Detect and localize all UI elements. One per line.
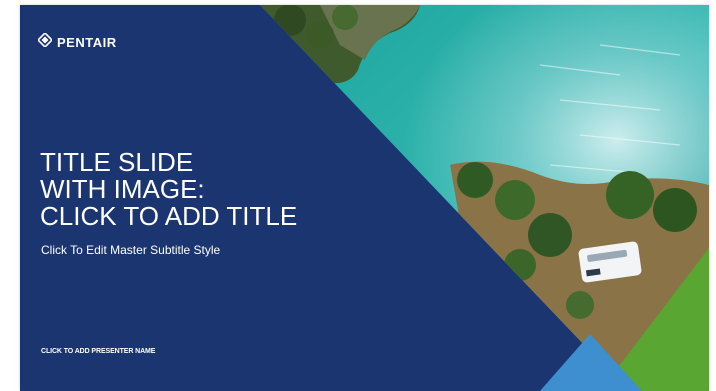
logo-text: PENTAIR [57,35,117,50]
title-line: WITH IMAGE: [40,174,205,204]
slide-subtitle[interactable]: Click To Edit Master Subtitle Style [41,243,220,257]
title-line: TITLE SLIDE [40,147,194,177]
title-line: CLICK TO ADD TITLE [40,201,298,231]
title-slide[interactable]: PENTAIR TITLE SLIDE WITH IMAGE: CLICK TO… [20,5,709,391]
slide-frame: PENTAIR TITLE SLIDE WITH IMAGE: CLICK TO… [0,0,716,391]
presenter-name[interactable]: CLICK TO ADD PRESENTER NAME [41,348,155,355]
pentair-diamond-logo-icon [36,31,54,52]
pentair-logo: PENTAIR [36,31,117,52]
slide-title[interactable]: TITLE SLIDE WITH IMAGE: CLICK TO ADD TIT… [40,149,400,230]
